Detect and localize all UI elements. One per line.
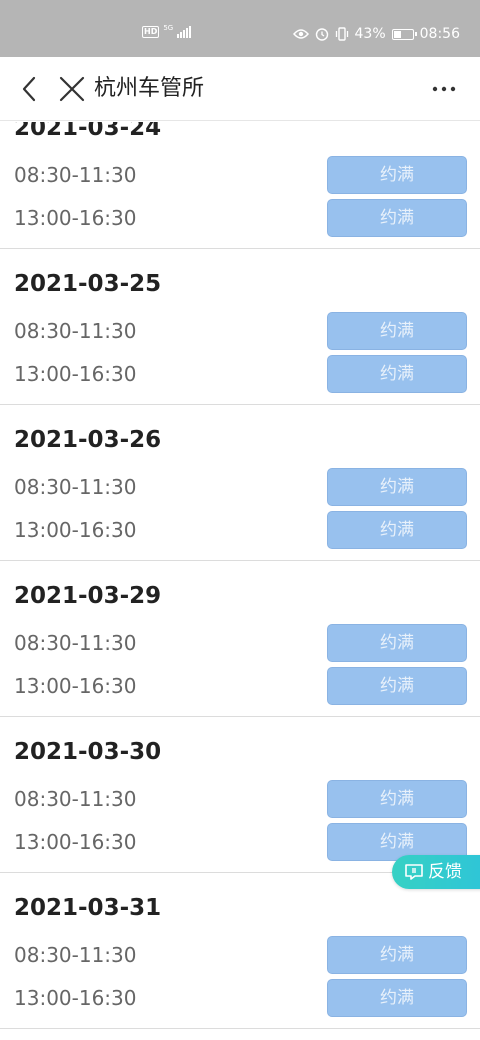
time-slot: 08:30-11:30 约满 <box>0 467 480 507</box>
status-right: 43% 08:56 <box>292 24 460 44</box>
day-date: 2021-03-30 <box>14 739 162 765</box>
eye-icon <box>292 29 309 39</box>
slot-time: 08:30-11:30 <box>14 475 137 499</box>
vibrate-icon <box>335 27 348 41</box>
day-date: 2021-03-24 <box>14 122 162 141</box>
feedback-button[interactable]: 反馈 <box>392 855 480 889</box>
day-date: 2021-03-31 <box>14 895 162 921</box>
battery-percent: 43% <box>354 26 386 42</box>
slot-status-button[interactable]: 约满 <box>327 156 467 194</box>
time-slot: 13:00-16:30 约满 <box>0 198 480 238</box>
feedback-label: 反馈 <box>428 862 462 882</box>
slot-time: 08:30-11:30 <box>14 319 137 343</box>
close-icon <box>59 76 85 102</box>
more-button[interactable] <box>428 73 460 105</box>
back-button[interactable] <box>14 73 46 105</box>
slot-time: 13:00-16:30 <box>14 518 137 542</box>
slot-time: 08:30-11:30 <box>14 163 137 187</box>
schedule-list[interactable]: 2021-03-24 08:30-11:30 约满 13:00-16:30 约满… <box>0 122 480 1040</box>
time-slot: 08:30-11:30 约满 <box>0 623 480 663</box>
slot-status-button[interactable]: 约满 <box>327 355 467 393</box>
slot-status-button[interactable]: 约满 <box>327 199 467 237</box>
time-slot: 13:00-16:30 约满 <box>0 510 480 550</box>
slot-status-button[interactable]: 约满 <box>327 312 467 350</box>
time-slot: 13:00-16:30 约满 <box>0 354 480 394</box>
slot-time: 13:00-16:30 <box>14 830 137 854</box>
slot-status-button[interactable]: 约满 <box>327 936 467 974</box>
slot-status-button[interactable]: 约满 <box>327 780 467 818</box>
nav-bar: 杭州车管所 <box>0 57 480 121</box>
time-slot: 08:30-11:30 约满 <box>0 779 480 819</box>
page-title: 杭州车管所 <box>94 76 205 101</box>
back-icon <box>22 76 36 102</box>
slot-status-button[interactable]: 约满 <box>327 979 467 1017</box>
day-section: 2021-03-25 08:30-11:30 约满 13:00-16:30 约满 <box>0 249 480 405</box>
status-bar: HD 5G 43% 08:56 <box>0 0 480 57</box>
close-button[interactable] <box>56 73 88 105</box>
slot-status-button[interactable]: 约满 <box>327 624 467 662</box>
time-slot: 13:00-16:30 约满 <box>0 978 480 1018</box>
time-slot: 13:00-16:30 约满 <box>0 666 480 706</box>
time-slot: 08:30-11:30 约满 <box>0 311 480 351</box>
day-section: 2021-03-30 08:30-11:30 约满 13:00-16:30 约满 <box>0 717 480 873</box>
slot-time: 13:00-16:30 <box>14 362 137 386</box>
network-type: 5G <box>163 24 174 32</box>
day-date: 2021-03-29 <box>14 583 162 609</box>
day-section: 2021-03-26 08:30-11:30 约满 13:00-16:30 约满 <box>0 405 480 561</box>
day-date: 2021-03-25 <box>14 271 162 297</box>
time-slot: 08:30-11:30 约满 <box>0 935 480 975</box>
signal-icon <box>177 26 192 38</box>
battery-icon <box>391 28 417 40</box>
network-indicator: HD 5G <box>142 24 192 38</box>
slot-time: 08:30-11:30 <box>14 943 137 967</box>
time-slot: 08:30-11:30 约满 <box>0 155 480 195</box>
alarm-icon <box>315 28 328 41</box>
feedback-icon <box>405 864 423 880</box>
day-section: 2021-03-24 08:30-11:30 约满 13:00-16:30 约满 <box>0 122 480 249</box>
slot-status-button[interactable]: 约满 <box>327 468 467 506</box>
day-section: 2021-03-31 08:30-11:30 约满 13:00-16:30 约满 <box>0 873 480 1029</box>
slot-time: 13:00-16:30 <box>14 986 137 1010</box>
slot-time: 13:00-16:30 <box>14 206 137 230</box>
slot-status-button[interactable]: 约满 <box>327 511 467 549</box>
slot-time: 08:30-11:30 <box>14 631 137 655</box>
slot-time: 08:30-11:30 <box>14 787 137 811</box>
slot-status-button[interactable]: 约满 <box>327 667 467 705</box>
clock: 08:56 <box>419 26 460 42</box>
hd-badge: HD <box>142 26 160 38</box>
more-icon <box>432 86 456 92</box>
day-date: 2021-03-26 <box>14 427 162 453</box>
slot-time: 13:00-16:30 <box>14 674 137 698</box>
day-section: 2021-03-29 08:30-11:30 约满 13:00-16:30 约满 <box>0 561 480 717</box>
